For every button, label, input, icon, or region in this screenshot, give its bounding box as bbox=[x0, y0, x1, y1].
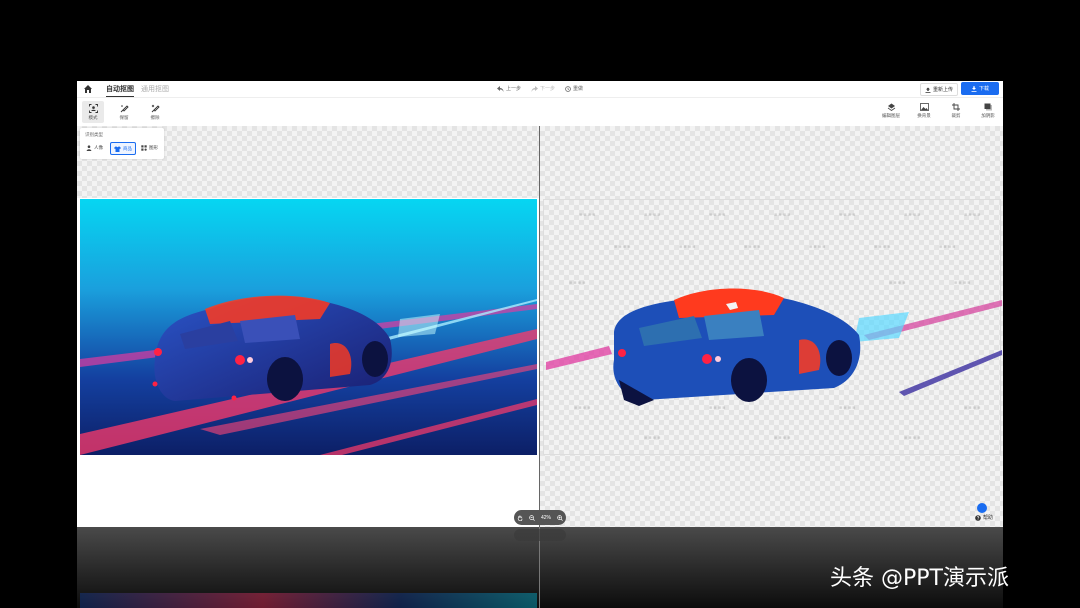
reupload-button[interactable]: 重新上传 bbox=[920, 83, 959, 96]
tool-crop[interactable]: 裁剪 bbox=[941, 101, 971, 121]
cutout-result-frame: ■ ■ ■ ■ ■ ■ ■ ■ ■ ■ ■ ■ ■ ■ ■ ■ ■ ■ ■ ■ … bbox=[543, 199, 1002, 455]
layer-edit-icon bbox=[887, 103, 895, 111]
zoom-toolbar: 42% bbox=[514, 510, 566, 525]
tool-layer-edit[interactable]: 编辑图层 bbox=[876, 101, 906, 121]
tool-keep[interactable]: 保留 bbox=[113, 101, 135, 123]
reflection-zoom bbox=[514, 529, 566, 541]
zoom-out-icon[interactable] bbox=[529, 514, 535, 521]
option-product-label: 商品 bbox=[123, 145, 132, 151]
cutout-car bbox=[546, 288, 1002, 406]
help-label: 帮助 bbox=[983, 515, 994, 521]
hand-pan-icon[interactable] bbox=[517, 515, 523, 521]
reset-button[interactable]: 重做 bbox=[565, 85, 583, 92]
tool-erase-label: 擦除 bbox=[150, 114, 160, 120]
tool-mode[interactable]: 模式 bbox=[82, 101, 104, 123]
undo-label: 上一步 bbox=[506, 86, 522, 92]
tool-mode-label: 模式 bbox=[88, 114, 98, 120]
download-button[interactable]: 下载 bbox=[961, 82, 999, 95]
option-graphic-label: 图形 bbox=[149, 144, 158, 150]
question-icon bbox=[975, 514, 981, 521]
tool-crop-label: 裁剪 bbox=[951, 113, 961, 118]
option-product[interactable]: 商品 bbox=[110, 142, 136, 155]
erase-brush-icon bbox=[151, 104, 160, 112]
home-icon[interactable] bbox=[83, 84, 93, 94]
zoom-in-icon[interactable] bbox=[557, 514, 563, 521]
tab-general-cutout[interactable]: 通用抠图 bbox=[141, 84, 169, 94]
tool-erase[interactable]: 擦除 bbox=[144, 101, 166, 123]
graphic-icon bbox=[141, 144, 147, 151]
option-portrait-label: 人像 bbox=[94, 144, 103, 150]
crop-icon bbox=[951, 103, 960, 111]
option-graphic[interactable]: 图形 bbox=[138, 142, 161, 153]
reflection-image bbox=[80, 593, 537, 608]
person-icon bbox=[86, 144, 92, 151]
original-car-image bbox=[80, 199, 537, 455]
chat-support-icon[interactable] bbox=[977, 503, 987, 513]
shadow-icon bbox=[984, 103, 992, 111]
zoom-level: 42% bbox=[540, 514, 551, 521]
download-label: 下载 bbox=[978, 86, 989, 92]
redo-label: 下一步 bbox=[540, 86, 556, 92]
download-icon bbox=[971, 85, 977, 92]
upload-icon bbox=[925, 87, 931, 93]
redo-button[interactable]: 下一步 bbox=[531, 85, 555, 92]
recognition-type-panel: 识别类型 人像 商品 图形 bbox=[80, 128, 164, 159]
redo-icon bbox=[531, 85, 538, 92]
tool-shadow-label: 加阴影 bbox=[981, 113, 995, 118]
app-window: 自动抠图 通用抠图 上一步 下一步 重做 重新上传 下载 模式 保留 擦除 编辑… bbox=[77, 81, 1003, 527]
tool-background-label: 换背景 bbox=[917, 113, 931, 118]
mode-icon bbox=[88, 103, 98, 113]
undo-button[interactable]: 上一步 bbox=[497, 85, 521, 92]
product-icon bbox=[114, 146, 121, 152]
recognition-type-title: 识别类型 bbox=[85, 132, 103, 137]
background-icon bbox=[919, 103, 929, 111]
reupload-label: 重新上传 bbox=[933, 87, 954, 93]
tool-shadow[interactable]: 加阴影 bbox=[973, 101, 1003, 121]
reset-label: 重做 bbox=[573, 86, 584, 92]
undo-icon bbox=[497, 85, 504, 92]
option-portrait[interactable]: 人像 bbox=[83, 142, 106, 153]
history-icon bbox=[565, 85, 571, 92]
tool-background[interactable]: 换背景 bbox=[909, 101, 939, 121]
top-bar: 自动抠图 通用抠图 上一步 下一步 重做 重新上传 下载 bbox=[77, 81, 1003, 98]
source-credit: 头条 @PPT演示派 bbox=[830, 566, 1009, 591]
tool-layer-edit-label: 编辑图层 bbox=[882, 113, 900, 118]
keep-brush-icon bbox=[120, 104, 129, 112]
tab-auto-cutout[interactable]: 自动抠图 bbox=[106, 84, 134, 97]
help-button[interactable]: 帮助 bbox=[975, 514, 993, 521]
tool-keep-label: 保留 bbox=[119, 114, 129, 120]
